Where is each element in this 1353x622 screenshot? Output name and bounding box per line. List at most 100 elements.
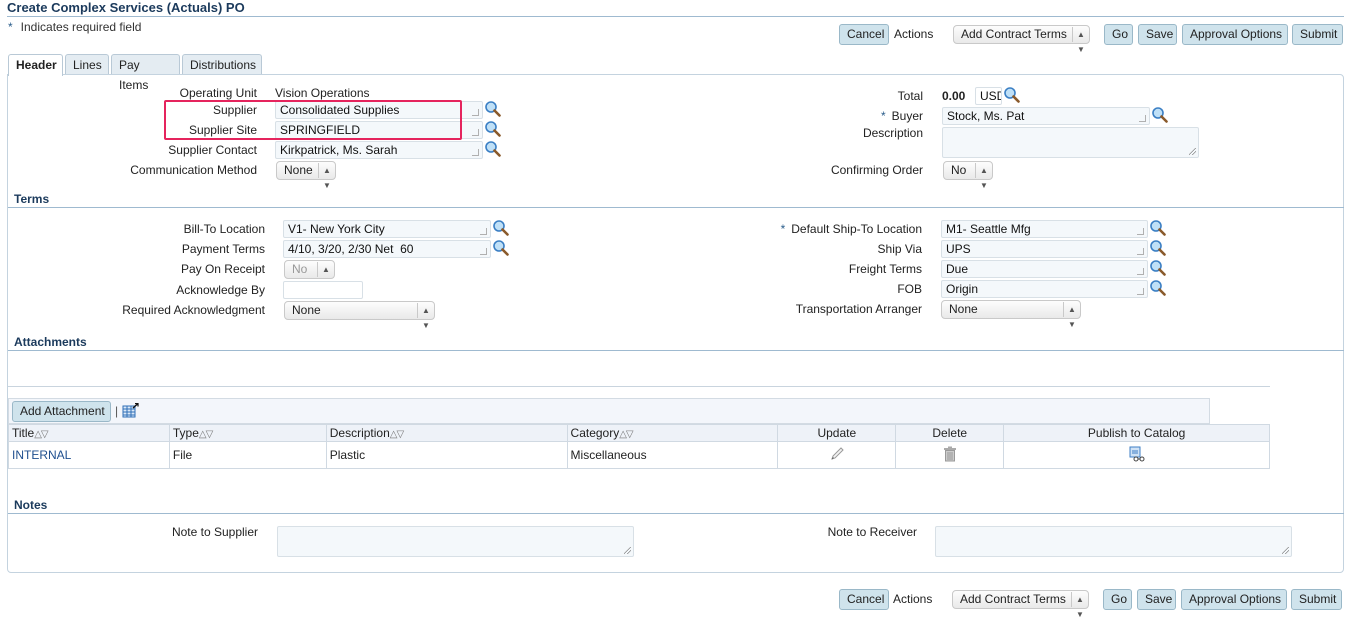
title-divider	[7, 16, 1344, 17]
sort-icon[interactable]: △▽	[619, 429, 633, 440]
supplier-input[interactable]: Consolidated Supplies	[275, 101, 483, 119]
required-acknowledgment-select[interactable]: None ▲ ▼	[284, 301, 435, 330]
resize-corner-icon	[480, 248, 487, 255]
select-arrows-icon: ▲▼	[318, 163, 335, 190]
supplier-contact-input[interactable]: Kirkpatrick, Ms. Sarah	[275, 141, 483, 159]
currency-value: USD	[980, 89, 1001, 103]
pencil-icon[interactable]	[829, 446, 845, 462]
go-button[interactable]: Go	[1104, 24, 1133, 45]
pay-on-receipt-value: No	[292, 262, 308, 276]
currency-lookup-icon[interactable]	[1003, 86, 1020, 103]
actions-label: Actions	[893, 592, 933, 606]
supplier-contact-lookup-icon[interactable]	[484, 140, 501, 157]
default-ship-to-lookup-icon[interactable]	[1149, 219, 1166, 236]
required-marker: *	[8, 20, 13, 34]
save-label: Save	[1145, 592, 1173, 606]
publish-catalog-icon[interactable]	[1128, 446, 1146, 462]
save-button[interactable]: Save	[1137, 589, 1176, 610]
supplier-contact-label: Supplier Contact	[168, 143, 257, 157]
supplier-site-input[interactable]: SPRINGFIELD	[275, 121, 483, 139]
column-category-text: Category	[570, 426, 620, 440]
trash-icon[interactable]	[943, 446, 957, 462]
bill-to-location-input[interactable]: V1- New York City	[283, 220, 491, 238]
export-table-icon[interactable]	[122, 403, 139, 418]
description-label: Description	[862, 126, 923, 140]
pay-on-receipt-select[interactable]: No ▲▼	[284, 260, 335, 289]
column-header-description[interactable]: Description△▽	[325, 424, 568, 442]
required-marker: *	[780, 222, 786, 236]
cancel-button[interactable]: Cancel	[839, 24, 889, 45]
resize-corner-icon	[472, 109, 479, 116]
submit-label: Submit	[1299, 592, 1337, 606]
buyer-label-text: Buyer	[891, 109, 923, 123]
currency-input[interactable]: USD	[975, 87, 1002, 105]
transportation-arranger-select[interactable]: None ▲ ▼	[941, 300, 1081, 329]
save-button[interactable]: Save	[1138, 24, 1177, 45]
go-button[interactable]: Go	[1103, 589, 1132, 610]
add-attachment-button[interactable]: Add Attachment	[12, 401, 111, 422]
sort-icon[interactable]: △▽	[199, 429, 213, 440]
confirming-order-select[interactable]: No ▲ ▼	[943, 161, 993, 190]
terms-section-title: Terms	[14, 192, 50, 206]
description-textarea[interactable]	[942, 127, 1199, 158]
resize-grip-icon	[1189, 148, 1196, 155]
attachments-section-title: Attachments	[14, 335, 87, 349]
actions-select[interactable]: Add Contract Terms ▲ ▼	[953, 25, 1090, 54]
terms-divider	[8, 207, 1344, 208]
default-ship-to-input[interactable]: M1- Seattle Mfg	[941, 220, 1148, 238]
ship-via-lookup-icon[interactable]	[1149, 239, 1166, 256]
supplier-label: Supplier	[212, 103, 257, 117]
payment-terms-input[interactable]: 4/10, 3/20, 2/30 Net 60	[283, 240, 491, 258]
tab-pay-items[interactable]: Pay Items	[111, 54, 180, 92]
attachment-title-link[interactable]: INTERNAL	[12, 448, 71, 462]
freight-terms-lookup-icon[interactable]	[1149, 259, 1166, 276]
column-title-text: Title	[12, 426, 35, 440]
cancel-label: Cancel	[847, 592, 885, 606]
cancel-button[interactable]: Cancel	[839, 589, 889, 610]
actions-label: Actions	[894, 27, 934, 41]
bill-to-location-lookup-icon[interactable]	[492, 219, 509, 236]
notes-divider	[8, 513, 1344, 514]
approval-options-button[interactable]: Approval Options	[1181, 589, 1287, 610]
go-label: Go	[1111, 592, 1128, 606]
approval-options-button[interactable]: Approval Options	[1182, 24, 1288, 45]
tab-distributions[interactable]: Distributions	[182, 54, 262, 75]
attachments-table: Title△▽ Type△▽ Description△▽ Category△▽ …	[8, 424, 1270, 469]
go-label: Go	[1112, 27, 1129, 41]
tab-header[interactable]: Header	[8, 54, 63, 76]
default-ship-to-label: * Default Ship-To Location	[781, 222, 922, 236]
column-header-category[interactable]: Category△▽	[566, 424, 779, 442]
note-to-receiver-textarea[interactable]	[935, 526, 1292, 557]
fob-input[interactable]: Origin	[941, 280, 1148, 298]
actions-select[interactable]: Add Contract Terms ▲ ▼	[952, 590, 1089, 619]
communication-method-value: None	[284, 163, 313, 177]
ship-via-input[interactable]: UPS	[941, 240, 1148, 258]
fob-lookup-icon[interactable]	[1149, 279, 1166, 296]
submit-button[interactable]: Submit	[1291, 589, 1342, 610]
freight-terms-value: Due	[946, 262, 969, 276]
buyer-lookup-icon[interactable]	[1151, 106, 1168, 123]
supplier-site-lookup-icon[interactable]	[484, 120, 501, 137]
bill-to-location-value: V1- New York City	[288, 222, 385, 236]
sort-icon[interactable]: △▽	[34, 429, 48, 440]
submit-label: Submit	[1300, 27, 1338, 41]
attachments-inner-divider	[8, 386, 1270, 387]
supplier-lookup-icon[interactable]	[484, 100, 501, 117]
note-to-supplier-textarea[interactable]	[277, 526, 634, 557]
communication-method-select[interactable]: None ▲ ▼	[276, 161, 336, 190]
actions-select-value: Add Contract Terms	[960, 592, 1066, 606]
column-header-type[interactable]: Type△▽	[168, 424, 327, 442]
tab-lines[interactable]: Lines	[65, 54, 109, 75]
freight-terms-input[interactable]: Due	[941, 260, 1148, 278]
submit-button[interactable]: Submit	[1292, 24, 1343, 45]
attachment-title-cell: INTERNAL	[8, 441, 170, 469]
resize-grip-icon	[624, 547, 631, 554]
acknowledge-by-input[interactable]	[283, 281, 363, 299]
payment-terms-lookup-icon[interactable]	[492, 239, 509, 256]
payment-terms-label: Payment Terms	[181, 242, 265, 256]
sort-icon[interactable]: △▽	[390, 429, 404, 440]
attachment-category-cell: Miscellaneous	[566, 441, 779, 469]
resize-corner-icon	[472, 149, 479, 156]
buyer-input[interactable]: Stock, Ms. Pat	[942, 107, 1150, 125]
column-header-title[interactable]: Title△▽	[8, 424, 170, 442]
